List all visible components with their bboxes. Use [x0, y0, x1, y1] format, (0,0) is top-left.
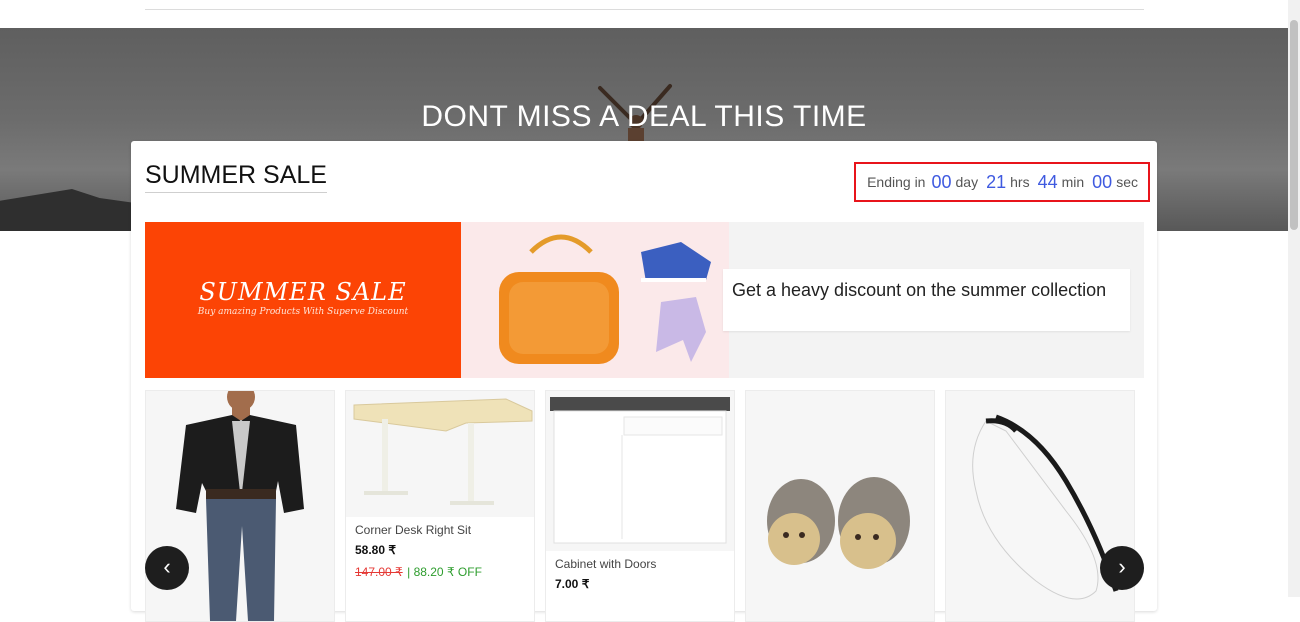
countdown-seconds: 00	[1092, 171, 1113, 192]
product-image	[550, 397, 730, 544]
carousel-prev-button[interactable]: ‹	[145, 546, 189, 590]
product-card[interactable]: Cabinet with Doors 7.00 ₹	[545, 390, 735, 622]
countdown-minutes-label: min	[1061, 174, 1085, 190]
countdown-hours-label: hrs	[1010, 174, 1030, 190]
banner-orange-panel: SUMMER SALE Buy amazing Products With Su…	[145, 222, 461, 378]
countdown-days-label: day	[955, 174, 979, 190]
countdown-days: 00	[931, 171, 952, 192]
top-divider	[145, 9, 1144, 10]
product-image	[767, 477, 910, 569]
banner-products-image	[461, 222, 729, 378]
countdown-minutes: 44	[1037, 171, 1058, 192]
product-info: Cabinet with Doors 7.00 ₹	[546, 551, 734, 621]
countdown-seconds-label: sec	[1116, 174, 1138, 190]
scrollbar-thumb[interactable]	[1290, 20, 1298, 230]
sale-banner[interactable]: SUMMER SALE Buy amazing Products With Su…	[145, 222, 1144, 378]
countdown-timer: Ending in 00 day 21 hrs 44 min 00 sec	[854, 162, 1150, 202]
sale-section-title: SUMMER SALE	[145, 161, 327, 193]
page-scrollbar[interactable]	[1288, 0, 1300, 597]
product-price: 7.00 ₹	[555, 577, 590, 591]
product-price: 58.80 ₹	[355, 543, 396, 557]
carousel-next-button[interactable]: ›	[1100, 546, 1144, 590]
countdown-prefix: Ending in	[867, 174, 926, 190]
hero-title: DONT MISS A DEAL THIS TIME	[421, 100, 867, 133]
product-card[interactable]: Corner Desk Right Sit 58.80 ₹ 147.00 ₹ |…	[345, 390, 535, 622]
banner-description: Get a heavy discount on the summer colle…	[723, 269, 1130, 331]
summer-sale-card: SUMMER SALE Ending in 00 day 21 hrs 44 m…	[131, 141, 1157, 622]
product-name: Cabinet with Doors	[555, 557, 657, 571]
product-card[interactable]	[945, 390, 1135, 622]
product-card[interactable]	[745, 390, 935, 622]
product-image	[972, 414, 1119, 600]
banner-sale-subtitle: Buy amazing Products With Superve Discou…	[197, 307, 409, 317]
banner-sale-title: SUMMER SALE	[199, 278, 407, 306]
product-image	[353, 398, 533, 505]
product-name: Corner Desk Right Sit	[355, 523, 472, 537]
product-mrp: 147.00 ₹	[355, 565, 403, 579]
bag-and-shoes-illustration	[499, 234, 711, 364]
product-info: Corner Desk Right Sit 58.80 ₹ 147.00 ₹ |…	[346, 517, 534, 621]
countdown-hours: 21	[986, 171, 1007, 192]
product-discount: | 88.20 ₹ OFF	[407, 565, 482, 579]
